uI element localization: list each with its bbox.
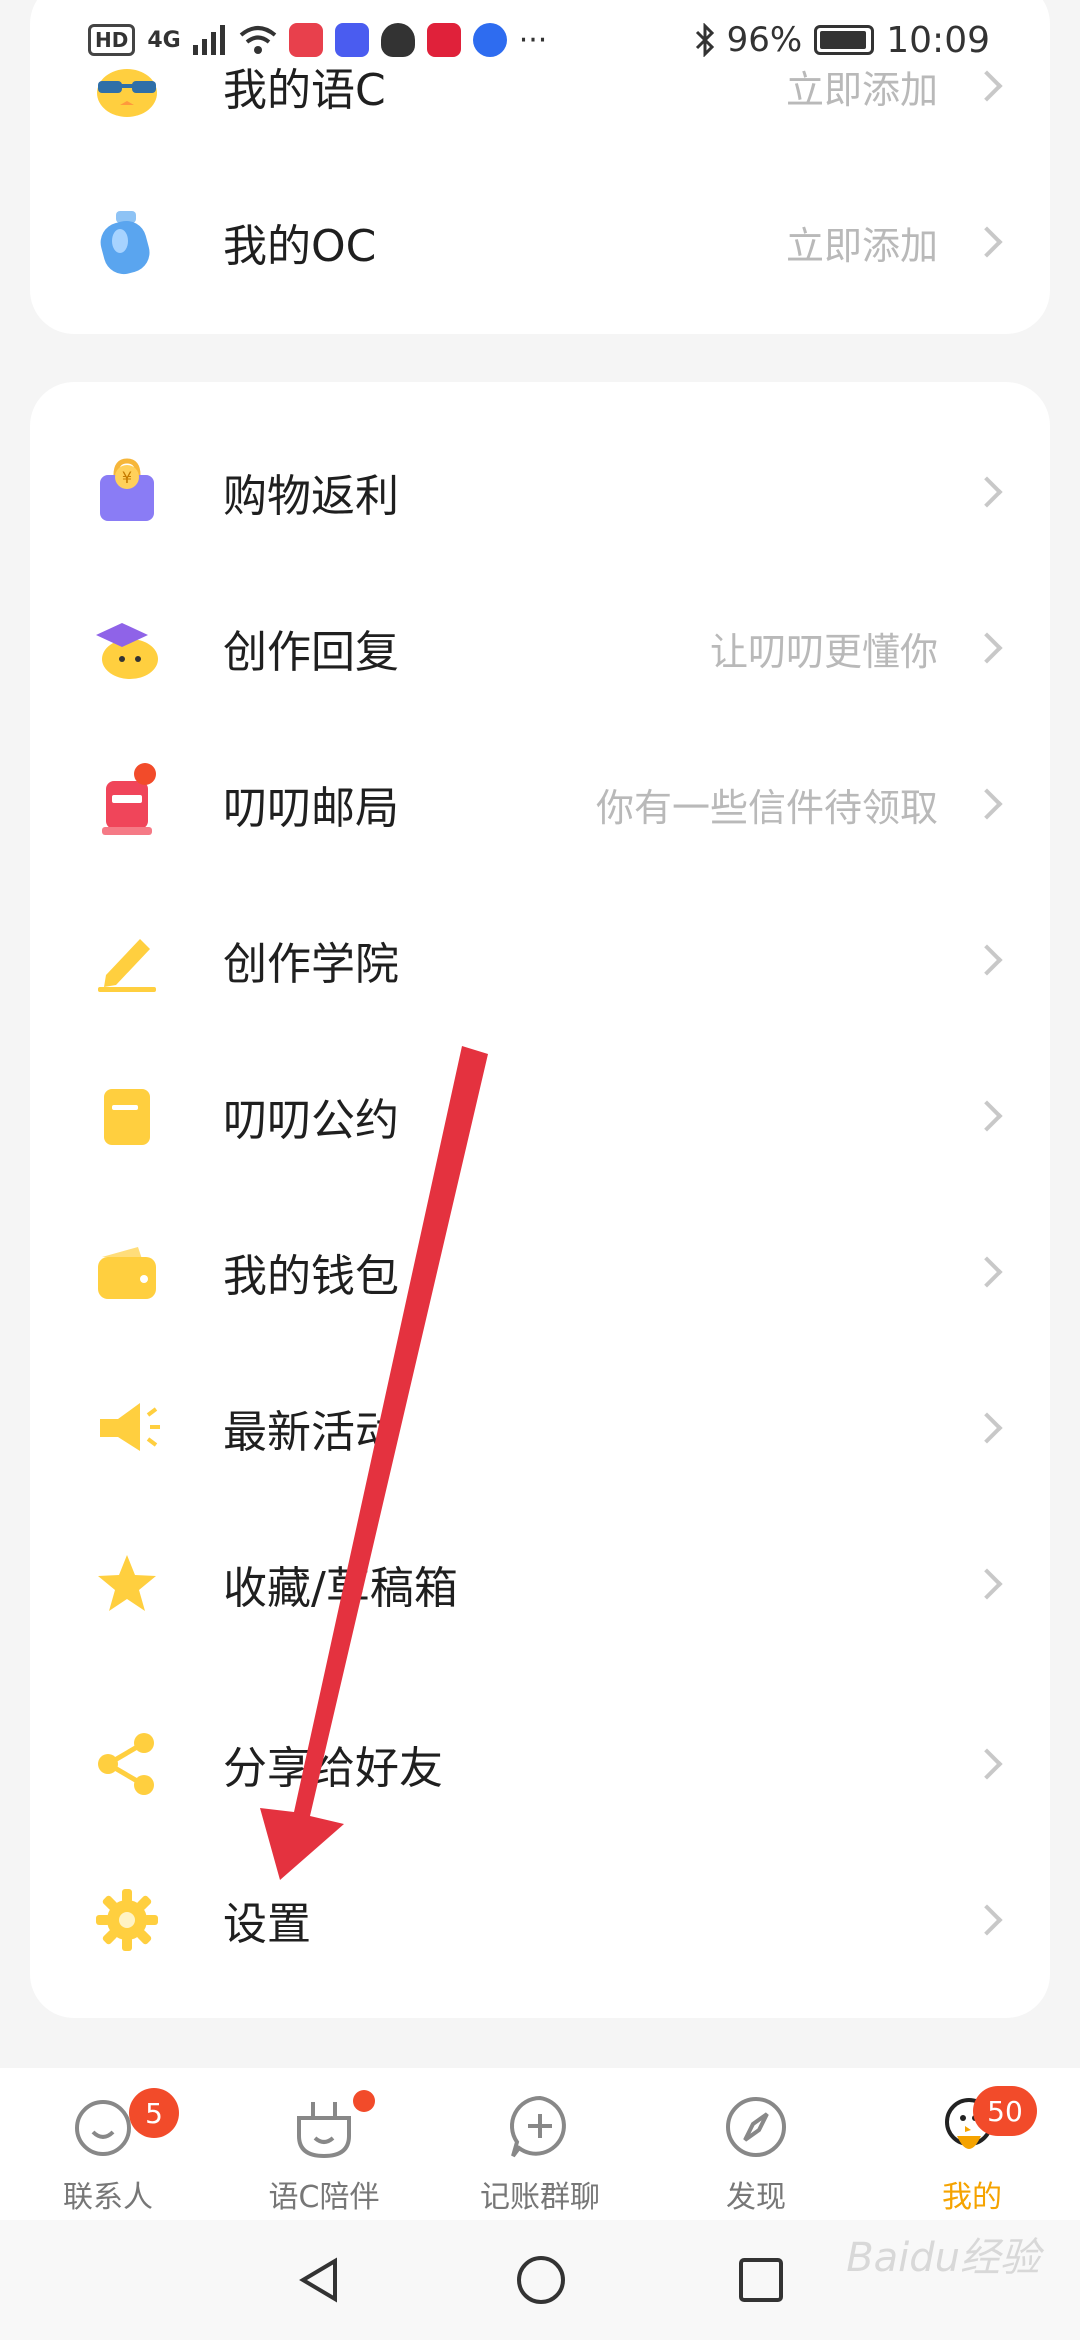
graduate-chick-icon [92, 613, 162, 683]
menu-row-my-oc[interactable]: 我的OC 立即添加 [30, 164, 1050, 320]
row-label: 叨叨邮局 [223, 783, 399, 834]
contacts-icon: 5 [73, 2088, 179, 2162]
tab-label: 记账群聊 [480, 2180, 600, 2215]
gear-icon [92, 1885, 162, 1955]
row-hint: 立即添加 [785, 223, 938, 268]
tab-label: 发现 [726, 2180, 786, 2215]
chevron-right-icon [971, 476, 1003, 508]
tab-me[interactable]: 50 我的 [864, 2068, 1080, 2220]
profile-chick-icon: 50 [937, 2086, 1037, 2162]
row-label: 我的OC [223, 221, 377, 272]
watermark: Baidu经验 [846, 2235, 1040, 2281]
row-label: 叨叨公约 [223, 1095, 399, 1146]
row-hint: 让叨叨更懂你 [709, 629, 938, 674]
battery-icon [814, 25, 875, 55]
row-label: 收藏/草稿箱 [223, 1563, 458, 1614]
wifi-icon [239, 26, 276, 54]
notification-dot [353, 2090, 375, 2112]
chevron-right-icon [971, 226, 1003, 258]
status-bar: HD 4G ··· 96% 10:09 [0, 0, 1080, 80]
megaphone-icon [92, 1393, 162, 1463]
tab-label: 联系人 [63, 2180, 153, 2215]
shield-app-icon [380, 23, 415, 57]
row-label: 创作回复 [223, 627, 399, 678]
menu-row-post-office[interactable]: 叨叨邮局 你有一些信件待领取 [30, 726, 1050, 882]
clock: 10:09 [886, 19, 990, 61]
compass-icon [721, 2092, 791, 2162]
features-card: ¥ 购物返利 创作回复 让叨叨更懂你 叨叨邮局 你有一些信件待领取 创作学院 叨… [30, 382, 1050, 2018]
mailbox-icon [92, 763, 162, 839]
tab-label: 我的 [942, 2180, 1002, 2215]
menu-row-creation-reply[interactable]: 创作回复 让叨叨更懂你 [30, 570, 1050, 726]
companion-icon [289, 2090, 375, 2162]
hd-indicator: HD [88, 24, 136, 56]
chevron-right-icon [971, 1256, 1003, 1288]
chevron-right-icon [971, 632, 1003, 664]
home-icon[interactable] [515, 2254, 567, 2306]
pencil-icon [92, 925, 162, 995]
tab-label: 语C陪伴 [268, 2180, 380, 2215]
menu-row-convention[interactable]: 叨叨公约 [30, 1038, 1050, 1194]
bluetooth-icon [695, 23, 714, 57]
wallet-icon [92, 1237, 162, 1307]
shopping-bag-icon: ¥ [92, 457, 162, 527]
row-label: 购物返利 [223, 471, 399, 522]
back-icon[interactable] [295, 2255, 345, 2305]
huawei-app-icon [288, 23, 323, 57]
unread-badge: 5 [129, 2088, 179, 2138]
star-icon [92, 1549, 162, 1619]
svg-text:¥: ¥ [122, 468, 132, 487]
bottom-tab-bar: 5 联系人 语C陪伴 记账群聊 发现 50 我的 [0, 2068, 1080, 2220]
bottle-icon [92, 207, 162, 277]
tab-companion[interactable]: 语C陪伴 [216, 2068, 432, 2220]
menu-row-favorites-drafts[interactable]: 收藏/草稿箱 [30, 1506, 1050, 1662]
battery-percent: 96% [726, 20, 803, 60]
menu-row-shopping-rebate[interactable]: ¥ 购物返利 [30, 414, 1050, 570]
chevron-right-icon [971, 1412, 1003, 1444]
row-label: 我的钱包 [223, 1251, 399, 1302]
notification-dot [134, 763, 156, 785]
baidu-app-icon [472, 23, 507, 57]
row-label: 分享给好友 [223, 1743, 443, 1794]
unread-badge: 50 [973, 2086, 1037, 2136]
network-indicator: 4G [147, 27, 181, 53]
music-app-icon [334, 23, 369, 57]
chevron-right-icon [971, 944, 1003, 976]
heart-app-icon [426, 23, 461, 57]
chevron-right-icon [971, 1100, 1003, 1132]
tab-discover[interactable]: 发现 [648, 2068, 864, 2220]
chevron-right-icon [971, 1748, 1003, 1780]
menu-row-latest-activity[interactable]: 最新活动 [30, 1350, 1050, 1506]
more-notifications-icon: ··· [518, 22, 548, 58]
menu-row-creation-academy[interactable]: 创作学院 [30, 882, 1050, 1038]
tab-contacts[interactable]: 5 联系人 [0, 2068, 216, 2220]
menu-row-share[interactable]: 分享给好友 [30, 1686, 1050, 1842]
chevron-right-icon [971, 1568, 1003, 1600]
notepad-icon [92, 1081, 162, 1151]
recents-icon[interactable] [737, 2256, 785, 2304]
row-label: 最新活动 [223, 1407, 399, 1458]
add-chat-icon [505, 2092, 575, 2162]
menu-row-settings[interactable]: 设置 [30, 1842, 1050, 1998]
row-label: 设置 [223, 1899, 311, 1950]
row-hint: 你有一些信件待领取 [595, 785, 938, 830]
row-label: 创作学院 [223, 939, 399, 990]
chevron-right-icon [971, 788, 1003, 820]
share-icon [92, 1729, 162, 1799]
chevron-right-icon [971, 1904, 1003, 1936]
tab-group-chat[interactable]: 记账群聊 [432, 2068, 648, 2220]
signal-icon [192, 25, 225, 55]
menu-row-wallet[interactable]: 我的钱包 [30, 1194, 1050, 1350]
